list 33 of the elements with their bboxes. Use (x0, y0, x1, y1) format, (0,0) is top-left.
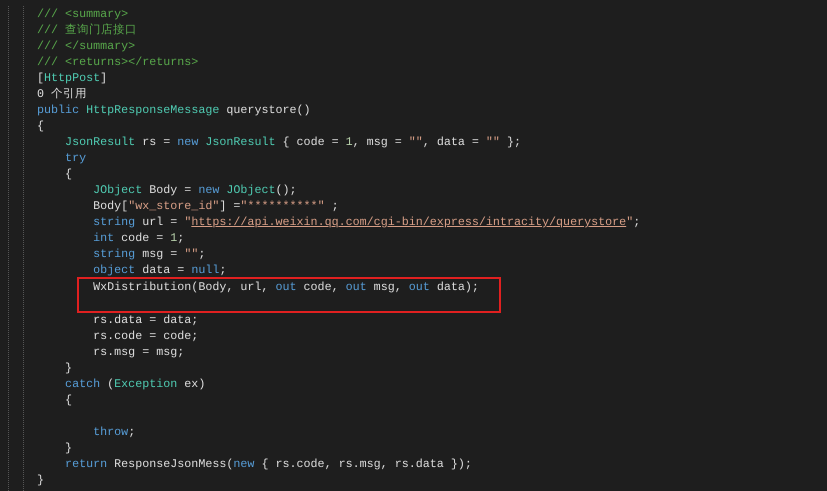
code-line: throw; (92, 424, 136, 440)
code-line: int code = 1; (92, 230, 184, 246)
code-line: public HttpResponseMessage querystore() (37, 102, 311, 118)
code-line: } (37, 472, 44, 488)
code-text: url = (141, 215, 178, 229)
code-line: { (37, 118, 44, 134)
code-comment: /// 查询门店接口 (37, 22, 138, 38)
code-line: try (64, 150, 86, 166)
code-line: rs.code = code; (92, 328, 198, 344)
code-line: Body["wx_store_id"] ="**********" ; (92, 198, 339, 214)
code-line: } (64, 360, 72, 376)
code-line: rs.data = data; (92, 312, 198, 328)
code-line: { (64, 166, 72, 182)
code-comment: /// <summary> (37, 6, 128, 22)
code-text: ; (633, 215, 640, 229)
code-line: { (64, 392, 72, 408)
url-link[interactable]: https://api.weixin.qq.com/cgi-bin/express/intracity/querystore (191, 215, 626, 229)
reference-count[interactable]: 0 个引用 (37, 86, 88, 102)
code-text: " (184, 215, 192, 229)
code-comment: /// <returns></returns> (37, 54, 198, 70)
code-line: [HttpPost] (37, 70, 108, 86)
code-line: WxDistribution(Body, url, out code, out msg, out data); (92, 279, 479, 295)
code-text: " (626, 215, 634, 229)
code-line: JObject Body = new JObject(); (92, 182, 297, 198)
code-line: rs.msg = msg; (92, 344, 184, 360)
code-line: object data = null; (92, 262, 226, 278)
code-line: catch (Exception ex) (64, 376, 206, 392)
code-line: JsonResult rs = new JsonResult { code = 1, msg = "", data = "" }; (64, 134, 521, 150)
code-text: string (92, 215, 136, 229)
code-line: } (64, 440, 72, 456)
code-comment: /// </summary> (37, 38, 136, 54)
code-line: string msg = ""; (92, 246, 206, 262)
code-line: return ResponseJsonMess(new { rs.code, rs.msg, rs.data }); (64, 456, 472, 472)
